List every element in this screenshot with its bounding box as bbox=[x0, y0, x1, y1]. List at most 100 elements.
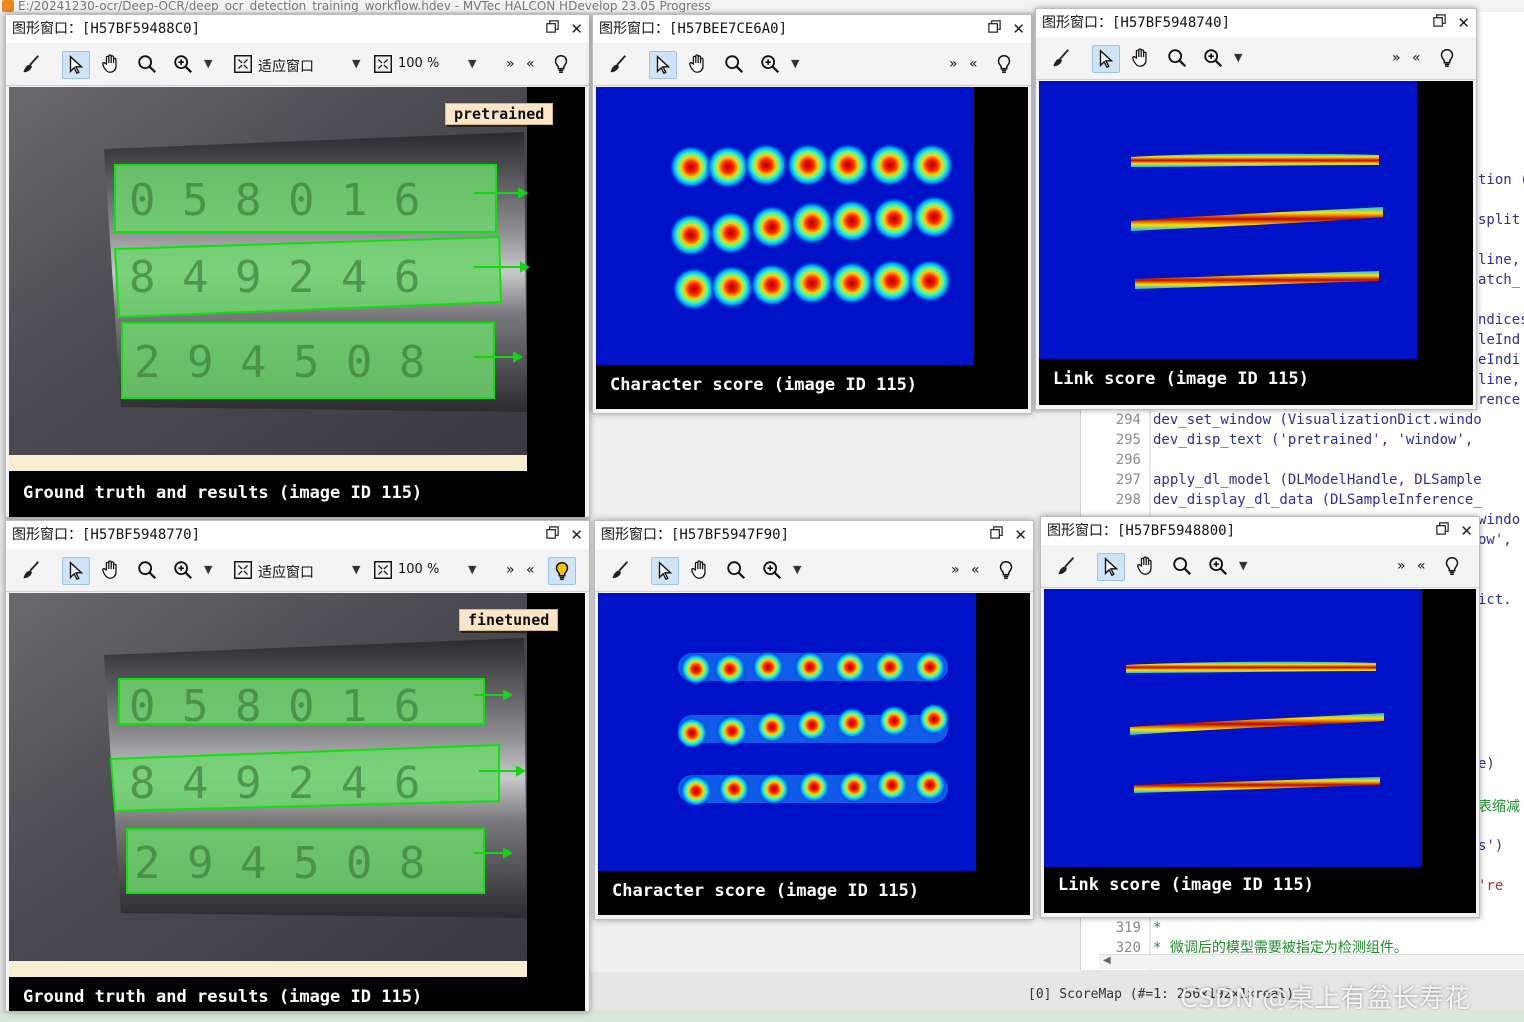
zoom-in-icon[interactable] bbox=[759, 557, 785, 583]
zoom-level-icon[interactable] bbox=[370, 557, 396, 583]
code-line[interactable]: 298 dev_display_dl_data (DLSampleInferenc… bbox=[1081, 490, 1524, 510]
lightbulb-icon[interactable] bbox=[993, 557, 1019, 583]
less-tools-icon[interactable]: « bbox=[1417, 558, 1426, 574]
link-score-canvas[interactable]: Link score (image ID 115) bbox=[1044, 589, 1476, 913]
pointer-icon[interactable] bbox=[1097, 553, 1125, 581]
less-tools-icon[interactable]: « bbox=[1412, 50, 1421, 66]
zoom-percent[interactable]: 100 % bbox=[398, 56, 439, 71]
fit-window-label[interactable]: 适应窗口 bbox=[258, 562, 314, 582]
graphics-window-char-pretrained[interactable]: 图形窗口：[H57BEE7CE6A0] ✕ ▼ » « Character sc… bbox=[592, 14, 1032, 414]
lightbulb-icon[interactable] bbox=[991, 51, 1017, 77]
pointer-icon[interactable] bbox=[649, 51, 677, 79]
code-line[interactable]: 297 apply_dl_model (DLModelHandle, DLSamp… bbox=[1081, 470, 1524, 490]
less-tools-icon[interactable]: « bbox=[526, 562, 535, 578]
magnifier-icon[interactable] bbox=[723, 557, 749, 583]
zoom-in-icon[interactable] bbox=[1205, 553, 1231, 579]
less-tools-icon[interactable]: « bbox=[969, 56, 978, 72]
restore-icon[interactable] bbox=[545, 525, 560, 544]
restore-icon[interactable] bbox=[989, 525, 1004, 544]
chevron-down-icon[interactable]: ▼ bbox=[1234, 51, 1242, 64]
fit-window-icon[interactable] bbox=[230, 51, 256, 77]
graphics-window-char-finetuned[interactable]: 图形窗口：[H57BF5947F90] ✕ ▼ » « Character sc… bbox=[594, 520, 1034, 920]
close-icon[interactable]: ✕ bbox=[1460, 522, 1473, 540]
magnifier-icon[interactable] bbox=[134, 557, 160, 583]
zoom-in-icon[interactable] bbox=[170, 557, 196, 583]
fit-window-icon[interactable] bbox=[230, 557, 256, 583]
more-tools-icon[interactable]: » bbox=[506, 56, 515, 72]
chevron-down-icon[interactable]: ▼ bbox=[352, 563, 360, 576]
chevron-down-icon[interactable]: ▼ bbox=[204, 563, 212, 576]
close-icon[interactable]: ✕ bbox=[570, 20, 583, 38]
lightbulb-icon[interactable] bbox=[548, 51, 574, 77]
chevron-down-icon[interactable]: ▼ bbox=[352, 57, 360, 70]
horizontal-scrollbar[interactable]: ◀ bbox=[1099, 954, 1524, 969]
chevron-down-icon[interactable]: ▼ bbox=[468, 57, 476, 70]
char-score-canvas[interactable]: Character score (image ID 115) bbox=[596, 87, 1028, 409]
image-canvas[interactable]: 0 5 8 0 1 6 8 4 9 2 4 6 2 9 4 5 0 8 fine… bbox=[9, 593, 585, 1011]
pointer-icon[interactable] bbox=[651, 557, 679, 585]
magnifier-icon[interactable] bbox=[134, 51, 160, 77]
zoom-in-icon[interactable] bbox=[1200, 45, 1226, 71]
lightbulb-on-icon[interactable] bbox=[548, 557, 576, 585]
pan-hand-icon[interactable] bbox=[98, 51, 124, 77]
clear-broom-icon[interactable] bbox=[1048, 45, 1074, 71]
pan-hand-icon[interactable] bbox=[98, 557, 124, 583]
less-tools-icon[interactable]: « bbox=[526, 56, 535, 72]
pan-hand-icon[interactable] bbox=[687, 557, 713, 583]
code-line[interactable]: 319 * bbox=[1081, 918, 1524, 938]
window-title: 图形窗口：[H57BEE7CE6A0] bbox=[593, 15, 1031, 43]
pointer-icon[interactable] bbox=[62, 51, 90, 79]
graphics-window-gt-finetuned[interactable]: 图形窗口：[H57BF5948770] ✕ ▼ 适应窗口 ▼ 100 % ▼ »… bbox=[5, 520, 590, 1012]
pan-hand-icon[interactable] bbox=[1128, 45, 1154, 71]
code-line[interactable]: 295 dev_disp_text ('pretrained', 'window'… bbox=[1081, 430, 1524, 450]
link-score-canvas[interactable]: Link score (image ID 115) bbox=[1039, 81, 1473, 405]
digit-row: 8 4 9 2 4 6 bbox=[129, 252, 420, 303]
chevron-down-icon[interactable]: ▼ bbox=[468, 563, 476, 576]
graphics-window-link-pretrained[interactable]: 图形窗口：[H57BF5948740] ✕ ▼ » « Link score (… bbox=[1035, 8, 1477, 410]
close-icon[interactable]: ✕ bbox=[570, 526, 583, 544]
restore-icon[interactable] bbox=[545, 19, 560, 38]
pointer-icon[interactable] bbox=[62, 557, 90, 585]
image-canvas[interactable]: 0 5 8 0 1 6 8 4 9 2 4 6 2 9 4 5 0 8 pret… bbox=[9, 87, 585, 517]
code-line[interactable]: 296 bbox=[1081, 450, 1524, 470]
lightbulb-icon[interactable] bbox=[1434, 45, 1460, 71]
code-line[interactable]: 294 dev_set_window (VisualizationDict.win… bbox=[1081, 410, 1524, 430]
chevron-down-icon[interactable]: ▼ bbox=[1239, 559, 1247, 572]
more-tools-icon[interactable]: » bbox=[951, 562, 960, 578]
scroll-left-icon[interactable]: ◀ bbox=[1103, 955, 1111, 966]
chevron-down-icon[interactable]: ▼ bbox=[793, 563, 801, 576]
clear-broom-icon[interactable] bbox=[18, 51, 44, 77]
pan-hand-icon[interactable] bbox=[685, 51, 711, 77]
fit-window-label[interactable]: 适应窗口 bbox=[258, 56, 314, 76]
pointer-icon[interactable] bbox=[1092, 45, 1120, 73]
less-tools-icon[interactable]: « bbox=[971, 562, 980, 578]
magnifier-icon[interactable] bbox=[721, 51, 747, 77]
zoom-level-icon[interactable] bbox=[370, 51, 396, 77]
zoom-in-icon[interactable] bbox=[757, 51, 783, 77]
magnifier-icon[interactable] bbox=[1164, 45, 1190, 71]
restore-icon[interactable] bbox=[1435, 521, 1450, 540]
zoom-in-icon[interactable] bbox=[170, 51, 196, 77]
char-score-canvas[interactable]: Character score (image ID 115) bbox=[598, 593, 1030, 915]
close-icon[interactable]: ✕ bbox=[1457, 14, 1470, 32]
graphics-window-link-finetuned[interactable]: 图形窗口：[H57BF5948800] ✕ ▼ » « Link score (… bbox=[1040, 516, 1480, 918]
clear-broom-icon[interactable] bbox=[607, 557, 633, 583]
clear-broom-icon[interactable] bbox=[18, 557, 44, 583]
close-icon[interactable]: ✕ bbox=[1014, 526, 1027, 544]
lightbulb-icon[interactable] bbox=[1439, 553, 1465, 579]
more-tools-icon[interactable]: » bbox=[949, 56, 958, 72]
close-icon[interactable]: ✕ bbox=[1012, 20, 1025, 38]
more-tools-icon[interactable]: » bbox=[1392, 50, 1401, 66]
restore-icon[interactable] bbox=[1432, 13, 1447, 32]
more-tools-icon[interactable]: » bbox=[506, 562, 515, 578]
chevron-down-icon[interactable]: ▼ bbox=[204, 57, 212, 70]
zoom-percent[interactable]: 100 % bbox=[398, 562, 439, 577]
graphics-window-gt-pretrained[interactable]: 图形窗口：[H57BF59488C0] ✕ ▼ 适应窗口 ▼ 100 % ▼ »… bbox=[5, 14, 590, 518]
clear-broom-icon[interactable] bbox=[605, 51, 631, 77]
more-tools-icon[interactable]: » bbox=[1397, 558, 1406, 574]
clear-broom-icon[interactable] bbox=[1053, 553, 1079, 579]
chevron-down-icon[interactable]: ▼ bbox=[791, 57, 799, 70]
magnifier-icon[interactable] bbox=[1169, 553, 1195, 579]
pan-hand-icon[interactable] bbox=[1133, 553, 1159, 579]
restore-icon[interactable] bbox=[987, 19, 1002, 38]
